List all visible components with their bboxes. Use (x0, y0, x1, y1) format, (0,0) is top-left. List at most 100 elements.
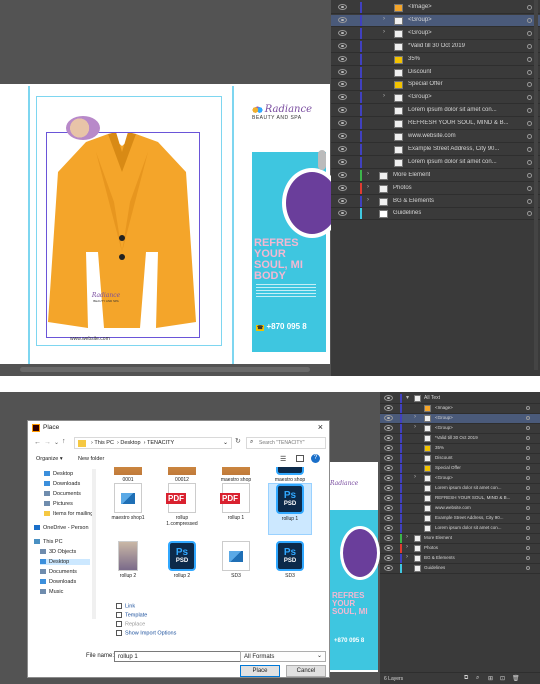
visibility-eye-icon[interactable] (384, 495, 393, 501)
visibility-eye-icon[interactable] (384, 565, 393, 571)
expand-icon[interactable]: › (406, 554, 408, 560)
checkbox-icon[interactable] (116, 612, 122, 618)
file-name-field[interactable]: rollup 1 ⌄ (114, 651, 261, 662)
canvas-scroll-thumb[interactable] (20, 367, 310, 372)
layer-row[interactable]: › <Group> (331, 14, 540, 27)
option-checkbox[interactable]: Template (116, 612, 147, 618)
target-icon[interactable] (527, 159, 532, 165)
target-icon[interactable] (526, 496, 530, 500)
target-icon[interactable] (526, 506, 530, 510)
layer-row[interactable]: Discount (331, 66, 540, 79)
nav-item[interactable]: Desktop (44, 471, 73, 477)
checkbox-icon[interactable] (116, 630, 122, 636)
visibility-eye-icon[interactable] (384, 425, 393, 431)
layer-row[interactable]: www.website.com (331, 131, 540, 143)
target-icon[interactable] (526, 446, 530, 450)
layer-group-row[interactable]: › More Element (380, 534, 540, 544)
layer-group-row[interactable]: › BG & Elements (380, 554, 540, 564)
target-icon[interactable] (526, 476, 530, 480)
visibility-eye-icon[interactable] (384, 555, 393, 561)
layer-row[interactable]: Special Offer (331, 79, 540, 92)
close-icon[interactable]: × (318, 422, 323, 432)
delete-layer-icon[interactable]: 🗑 (512, 675, 520, 682)
layer-row[interactable]: Special Offer (380, 464, 540, 474)
layer-row[interactable]: REFRESH YOUR SOUL, MIND & B... (380, 494, 540, 504)
locate-object-icon[interactable]: ⌕ (476, 675, 479, 682)
dialog-titlebar[interactable]: Place × (28, 421, 329, 435)
nav-item[interactable]: Pictures (44, 501, 73, 507)
layer-row[interactable]: Discount (380, 454, 540, 464)
expand-icon[interactable]: › (414, 474, 416, 480)
visibility-eye-icon[interactable] (338, 210, 347, 217)
layers-scrollbar[interactable] (534, 0, 538, 370)
layer-row[interactable]: Lorem ipsum dolor sit amet con... (331, 105, 540, 118)
visibility-eye-icon[interactable] (338, 158, 347, 165)
file-item[interactable]: Ps PSD rollup 1 (268, 483, 312, 535)
file-item[interactable]: PDF rollup 1.compressed (160, 483, 204, 527)
breadcrumb-this-pc[interactable]: This PC (94, 440, 114, 446)
layer-row[interactable]: www.website.com (380, 504, 540, 514)
target-icon[interactable] (526, 546, 530, 550)
nav-back-icon[interactable]: ← (34, 439, 41, 446)
visibility-eye-icon[interactable] (384, 395, 393, 401)
layer-row[interactable]: Lorem ipsum dolor sit amet con... (331, 156, 540, 169)
target-icon[interactable] (526, 536, 530, 540)
target-icon[interactable] (527, 56, 532, 62)
nav-item[interactable]: Desktop (40, 559, 90, 565)
help-icon[interactable]: ? (311, 454, 320, 463)
target-icon[interactable] (527, 43, 532, 49)
target-icon[interactable] (527, 146, 532, 152)
new-sublayer-icon[interactable]: ⊞ (488, 675, 493, 682)
nav-item[interactable]: Downloads (40, 579, 76, 585)
file-item[interactable]: PDF rollup 1 (214, 483, 258, 521)
visibility-eye-icon[interactable] (384, 535, 393, 541)
checkbox-icon[interactable] (116, 603, 122, 609)
expand-down-icon[interactable]: ▾ (406, 394, 409, 401)
target-icon[interactable] (526, 556, 530, 560)
layer-row[interactable]: › <Group> (380, 414, 540, 424)
layer-group-row[interactable]: Guidelines (380, 564, 540, 574)
visibility-eye-icon[interactable] (338, 16, 347, 23)
target-icon[interactable] (526, 456, 530, 460)
target-icon[interactable] (526, 466, 530, 470)
file-item[interactable]: maestro shop1 (106, 483, 150, 521)
target-icon[interactable] (527, 95, 532, 101)
visibility-eye-icon[interactable] (384, 465, 393, 471)
canvas-scroll-indicator[interactable] (318, 150, 326, 170)
address-dropdown-icon[interactable]: ⌄ (223, 439, 228, 446)
layer-row[interactable]: › <Group> (380, 474, 540, 484)
visibility-eye-icon[interactable] (338, 197, 347, 204)
layer-row[interactable]: › <Group> (331, 27, 540, 40)
file-item[interactable]: 00012 (160, 467, 204, 483)
file-item[interactable]: maestro shop (214, 467, 258, 483)
visibility-eye-icon[interactable] (338, 29, 347, 36)
layer-row[interactable]: › More Element (331, 169, 540, 182)
expand-icon[interactable]: › (414, 424, 416, 430)
file-item[interactable]: 0001 (106, 467, 150, 483)
place-button[interactable]: Place (240, 665, 280, 677)
make-clip-mask-icon[interactable]: ⧉ (464, 675, 468, 682)
target-icon[interactable] (527, 211, 532, 217)
nav-item[interactable]: 3D Objects (40, 549, 76, 555)
target-icon[interactable] (527, 69, 532, 75)
expand-icon[interactable]: › (414, 414, 416, 420)
expand-icon[interactable]: › (367, 197, 369, 203)
target-icon[interactable] (527, 198, 532, 204)
layer-row[interactable]: Lorem ipsum dolor sit amet con... (380, 484, 540, 494)
visibility-eye-icon[interactable] (338, 94, 347, 101)
layer-row[interactable]: *Valid till 30 Oct 2019 (380, 434, 540, 444)
target-icon[interactable] (526, 486, 530, 490)
layer-row[interactable]: › Photos (331, 182, 540, 195)
layer-row[interactable]: <Image> (331, 2, 540, 14)
selection-box[interactable] (46, 132, 200, 338)
nav-recent-icon[interactable]: ⌄ (54, 439, 59, 446)
visibility-eye-icon[interactable] (384, 505, 393, 511)
target-icon[interactable] (527, 185, 532, 191)
target-icon[interactable] (526, 436, 530, 440)
target-icon[interactable] (526, 426, 530, 430)
visibility-eye-icon[interactable] (338, 133, 347, 139)
visibility-eye-icon[interactable] (384, 405, 393, 411)
target-icon[interactable] (527, 108, 532, 114)
visibility-eye-icon[interactable] (384, 545, 393, 551)
format-dropdown-icon[interactable]: ⌄ (317, 652, 322, 659)
